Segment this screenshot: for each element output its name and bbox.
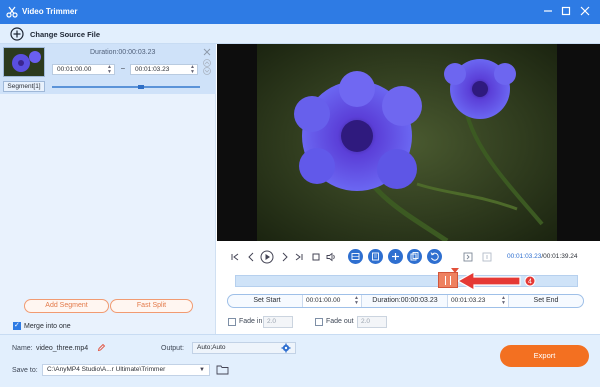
- volume-icon: [326, 252, 335, 262]
- trim-start-value: 00:01:00.00: [306, 297, 341, 304]
- segment-item[interactable]: Segment[1] Duration:00:00:03.23 00:01:00…: [0, 44, 216, 94]
- title-bar: Video Trimmer: [0, 0, 600, 24]
- skip-end-icon: [295, 253, 303, 261]
- folder-icon[interactable]: [216, 364, 229, 375]
- output-value: Auto;Auto: [197, 344, 226, 351]
- time-readout: 00:01:03.23/00:01:39.24: [507, 253, 578, 260]
- next-frame-icon: [282, 252, 288, 262]
- spinner-icon[interactable]: ▲ ▼: [107, 65, 112, 75]
- skip-start-button[interactable]: [229, 251, 241, 263]
- crop-button[interactable]: [368, 249, 383, 264]
- toolbar: Change Source File: [0, 24, 600, 44]
- change-source-label[interactable]: Change Source File: [30, 30, 100, 39]
- fade-out-label: Fade out: [326, 318, 354, 325]
- gear-icon[interactable]: [281, 343, 291, 353]
- mark-out-icon: [482, 252, 492, 262]
- segment-duration: Duration:00:00:03.23: [90, 49, 156, 56]
- fade-in-label: Fade in: [239, 318, 263, 325]
- edit-name-icon[interactable]: [97, 343, 106, 352]
- segment-end-value: 00:01:03.23: [135, 66, 170, 73]
- video-frame: [217, 44, 600, 241]
- prev-frame-icon: [248, 252, 254, 262]
- set-end-button[interactable]: Set End: [512, 294, 580, 308]
- window-title: Video Trimmer: [22, 7, 78, 16]
- thumbnail-image: [4, 48, 44, 76]
- fade-out-value: 2.0: [361, 318, 371, 325]
- minimize-icon: [544, 10, 552, 12]
- add-segment-button[interactable]: Add Segment: [24, 299, 109, 313]
- merge-checkbox[interactable]: [13, 321, 21, 330]
- fade-out-field[interactable]: 2.0: [357, 316, 387, 328]
- play-icon: [260, 250, 274, 264]
- reset-button[interactable]: [427, 249, 442, 264]
- fade-in-value: 2.0: [267, 318, 277, 325]
- save-path-value: C:\AnyMP4 Studio\A...r Ultimate\Trimmer: [47, 366, 166, 373]
- scissors-icon: [6, 6, 18, 18]
- segment-dash: –: [121, 65, 125, 72]
- timeline-selection[interactable]: [438, 272, 458, 288]
- export-button[interactable]: Export: [500, 345, 589, 367]
- current-time: 00:01:03.23: [507, 253, 542, 260]
- add-button[interactable]: [388, 249, 403, 264]
- segment-reorder-icon[interactable]: [202, 59, 212, 75]
- minimize-button[interactable]: [541, 4, 555, 18]
- fade-in-field[interactable]: 2.0: [263, 316, 293, 328]
- set-start-button[interactable]: Set Start: [233, 294, 301, 308]
- segment-start-field[interactable]: 00:01:00.00 ▲ ▼: [52, 64, 115, 75]
- next-frame-button[interactable]: [279, 251, 291, 263]
- trim-end-field[interactable]: 00:01:03.23 ▲ ▼: [447, 295, 509, 307]
- mark-in-button[interactable]: [462, 251, 474, 263]
- annotation-number: 4: [528, 279, 532, 286]
- chevron-down-icon[interactable]: ▼: [199, 365, 205, 375]
- merge-label: Merge into one: [24, 323, 71, 330]
- fast-split-button[interactable]: Fast Split: [110, 299, 193, 313]
- spinner-icon[interactable]: ▲ ▼: [501, 296, 506, 306]
- segment-close-icon[interactable]: [203, 48, 211, 56]
- spinner-icon[interactable]: ▲ ▼: [354, 296, 359, 306]
- segment-pane: Segment[1] Duration:00:00:03.23 00:01:00…: [0, 44, 216, 334]
- volume-button[interactable]: [325, 251, 337, 263]
- trim-start-field[interactable]: 00:01:00.00 ▲ ▼: [302, 295, 362, 307]
- segment-start-value: 00:01:00.00: [57, 66, 92, 73]
- segment-progress-track: [52, 86, 200, 88]
- trim-end-value: 00:01:03.23: [451, 297, 486, 304]
- segment-label: Segment[1]: [3, 81, 45, 92]
- change-source-button[interactable]: [10, 27, 24, 41]
- video-preview: [217, 44, 600, 241]
- name-value: video_three.mp4: [36, 345, 89, 352]
- spinner-icon[interactable]: ▲ ▼: [190, 65, 195, 75]
- skip-end-button[interactable]: [293, 251, 305, 263]
- copy-button[interactable]: [407, 249, 422, 264]
- save-path-field[interactable]: C:\AnyMP4 Studio\A...r Ultimate\Trimmer …: [42, 364, 210, 376]
- rotate-button[interactable]: [348, 249, 363, 264]
- crop-icon: [372, 252, 379, 261]
- maximize-icon: [561, 6, 571, 16]
- maximize-button[interactable]: [559, 4, 573, 18]
- name-label: Name:: [12, 345, 33, 352]
- play-button[interactable]: [260, 250, 274, 264]
- close-button[interactable]: [578, 4, 592, 18]
- stop-icon: [312, 253, 320, 261]
- fade-in-checkbox[interactable]: [228, 318, 236, 326]
- annotation-arrow: 4: [458, 271, 536, 291]
- fade-out-checkbox[interactable]: [315, 318, 323, 326]
- rotate-icon: [351, 253, 360, 260]
- segment-progress-knob: [138, 85, 144, 89]
- add-icon: [392, 253, 399, 260]
- save-to-label: Save to:: [12, 367, 38, 374]
- mark-out-button[interactable]: [481, 251, 493, 263]
- trim-duration: Duration:00:00:03.23: [372, 297, 438, 304]
- segment-thumbnail: [3, 47, 45, 77]
- total-time: /00:01:39.24: [541, 253, 578, 260]
- close-icon: [580, 6, 590, 16]
- segment-end-field[interactable]: 00:01:03.23 ▲ ▼: [130, 64, 198, 75]
- copy-icon: [410, 252, 419, 261]
- skip-start-icon: [231, 253, 239, 261]
- prev-frame-button[interactable]: [245, 251, 257, 263]
- mark-in-icon: [463, 252, 473, 262]
- stop-button[interactable]: [310, 251, 322, 263]
- reset-icon: [430, 252, 439, 261]
- output-label: Output:: [161, 345, 184, 352]
